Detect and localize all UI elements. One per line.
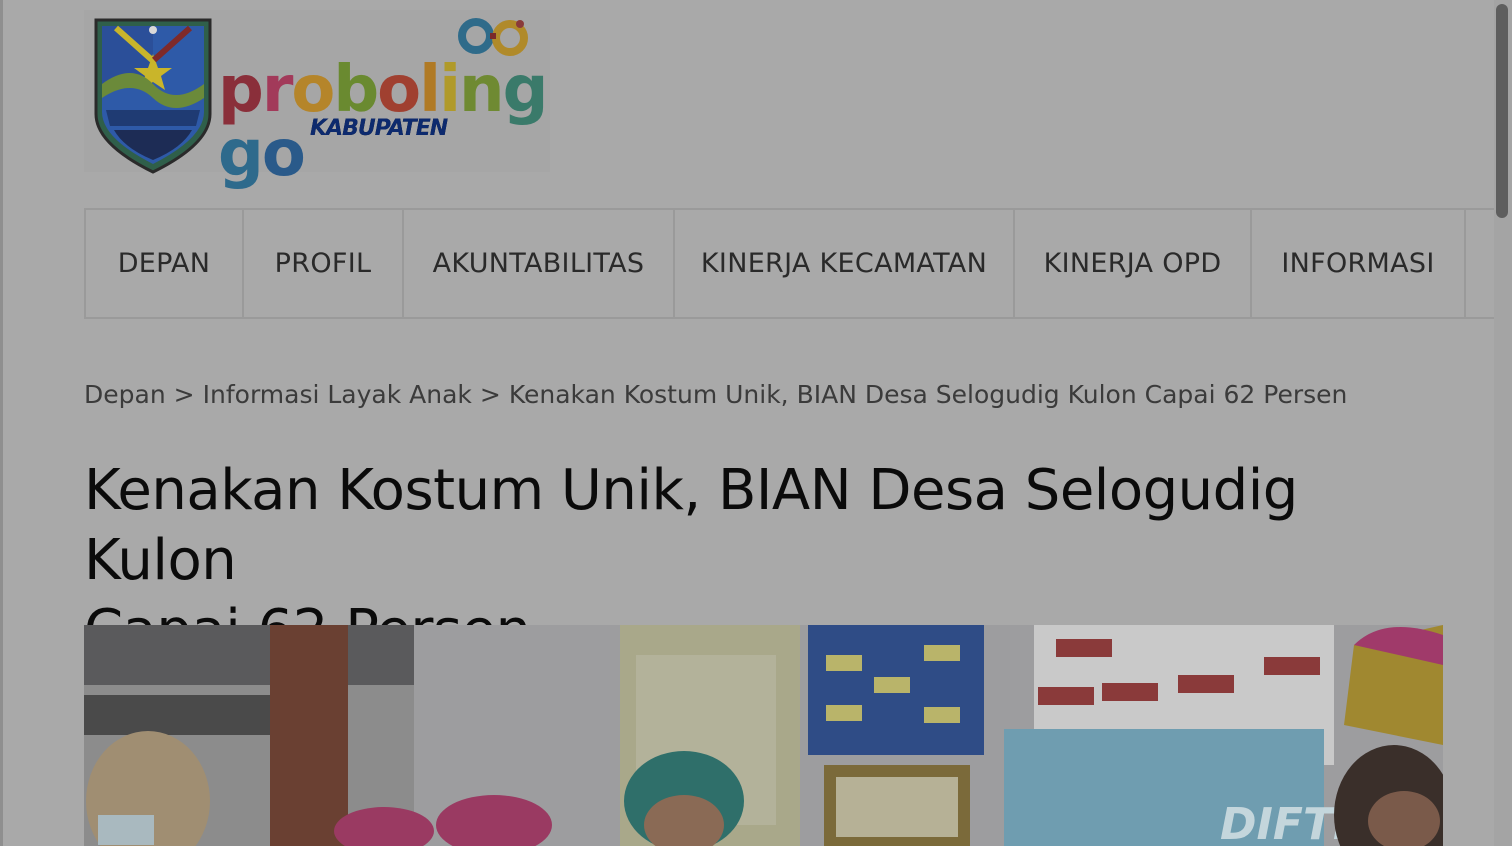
nav-item-informasi[interactable]: INFORMASI: [1252, 210, 1466, 317]
breadcrumb-separator: >: [173, 380, 195, 409]
breadcrumb-link-informasi-layak-anak[interactable]: Informasi Layak Anak: [203, 380, 472, 409]
breadcrumb: Depan > Informasi Layak Anak > Kenakan Kostu…: [84, 380, 1347, 409]
breadcrumb-link-depan[interactable]: Depan: [84, 380, 166, 409]
nav-item-profil[interactable]: PROFIL: [244, 210, 404, 317]
main-nav: DEPAN PROFIL AKUNTABILITAS KINERJA KECAM…: [84, 208, 1496, 319]
nav-item-kinerja-kecamatan[interactable]: KINERJA KECAMATAN: [675, 210, 1015, 317]
window-edge: [0, 0, 3, 846]
article-title-line-1: Kenakan Kostum Unik, BIAN Desa Selogudig…: [84, 458, 1298, 593]
scrollbar-thumb[interactable]: [1496, 4, 1508, 218]
featured-photo-scene: DIFTER: [84, 625, 1443, 846]
article-featured-image: DIFTER: [84, 625, 1443, 846]
brand-subtitle: KABUPATEN: [310, 116, 448, 141]
breadcrumb-separator: >: [479, 380, 501, 409]
page: probolinggo KABUPATEN DEPAN PROFIL AKUNT…: [0, 0, 1512, 846]
nav-item-depan[interactable]: DEPAN: [86, 210, 244, 317]
nav-item-akuntabilitas[interactable]: AKUNTABILITAS: [404, 210, 675, 317]
site-logo[interactable]: probolinggo KABUPATEN: [84, 10, 550, 186]
breadcrumb-current: Kenakan Kostum Unik, BIAN Desa Selogudig…: [508, 380, 1348, 409]
crest-emblem-icon: [94, 18, 212, 174]
nav-item-kinerja-opd[interactable]: KINERJA OPD: [1015, 210, 1252, 317]
brand-wordmark: probolinggo KABUPATEN: [218, 16, 550, 186]
